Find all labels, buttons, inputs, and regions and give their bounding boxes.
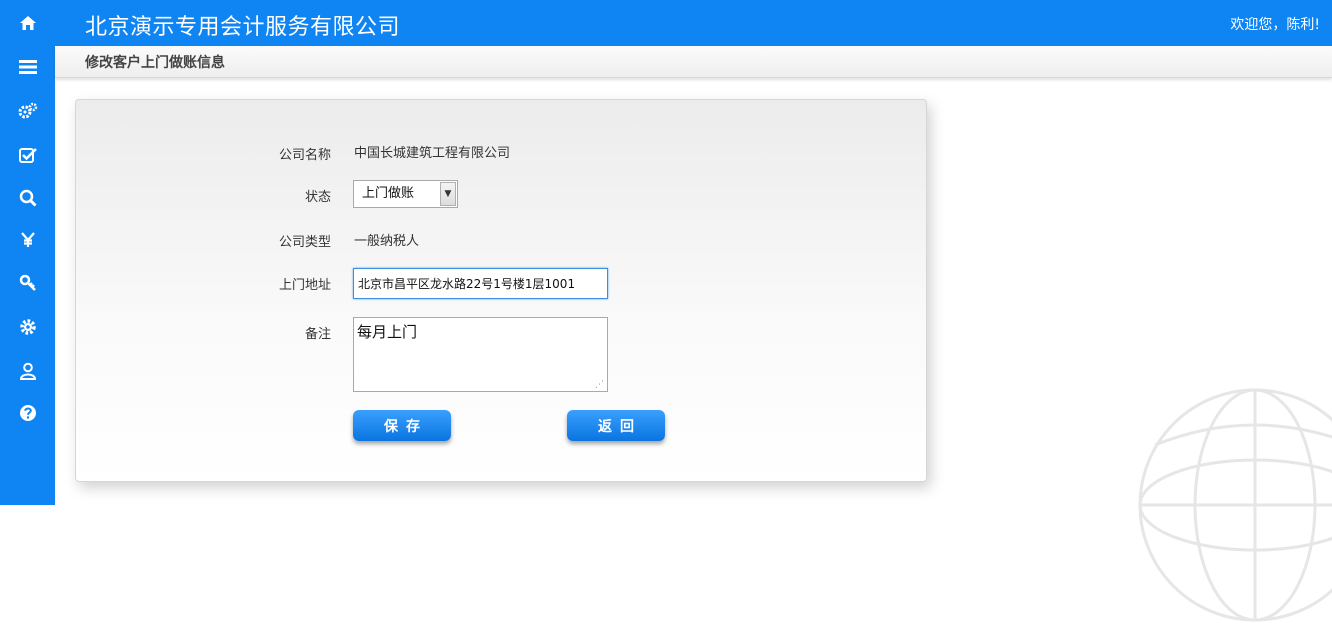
list-icon[interactable]: [0, 52, 55, 82]
company-type-label: 公司类型: [278, 235, 331, 250]
company-type-value: 一般纳税人: [354, 234, 420, 249]
status-select-value: 上门做账: [362, 186, 415, 201]
chevron-down-icon[interactable]: ▼: [440, 182, 456, 206]
remark-label: 备注: [304, 327, 331, 342]
resize-grip-icon[interactable]: ⋰: [595, 379, 605, 389]
help-icon[interactable]: [0, 398, 55, 428]
cog-icon[interactable]: [0, 312, 55, 342]
page-title: 修改客户上门做账信息: [85, 55, 225, 71]
yen-icon[interactable]: [0, 225, 55, 255]
company-name-value: 中国长城建筑工程有限公司: [354, 146, 511, 161]
back-button[interactable]: 返回: [567, 410, 665, 441]
address-input[interactable]: [353, 268, 608, 299]
save-button[interactable]: 保存: [353, 410, 451, 441]
top-header: 北京演示专用会计服务有限公司 欢迎您，陈利!: [55, 0, 1332, 46]
home-icon[interactable]: [0, 8, 55, 38]
sidebar: [0, 0, 55, 505]
address-label: 上门地址: [278, 278, 331, 293]
page-title-bar: 修改客户上门做账信息: [55, 46, 1332, 78]
key-icon[interactable]: [0, 268, 55, 298]
checkbox-icon[interactable]: [0, 140, 55, 170]
remark-textarea[interactable]: 每月上门: [353, 317, 608, 392]
company-name-label: 公司名称: [278, 148, 331, 163]
status-label: 状态: [304, 190, 331, 205]
gears-icon[interactable]: [0, 96, 55, 126]
user-icon[interactable]: [0, 356, 55, 386]
search-icon[interactable]: [0, 183, 55, 213]
welcome-text: 欢迎您，陈利!: [1230, 17, 1320, 33]
globe-watermark-icon: [1138, 388, 1332, 622]
edit-form-card: 公司名称 中国长城建筑工程有限公司 状态 上门做账 ▼ 公司类型 一般纳税人 上…: [75, 99, 927, 482]
company-title: 北京演示专用会计服务有限公司: [85, 15, 401, 40]
status-select[interactable]: 上门做账 ▼: [353, 180, 458, 208]
